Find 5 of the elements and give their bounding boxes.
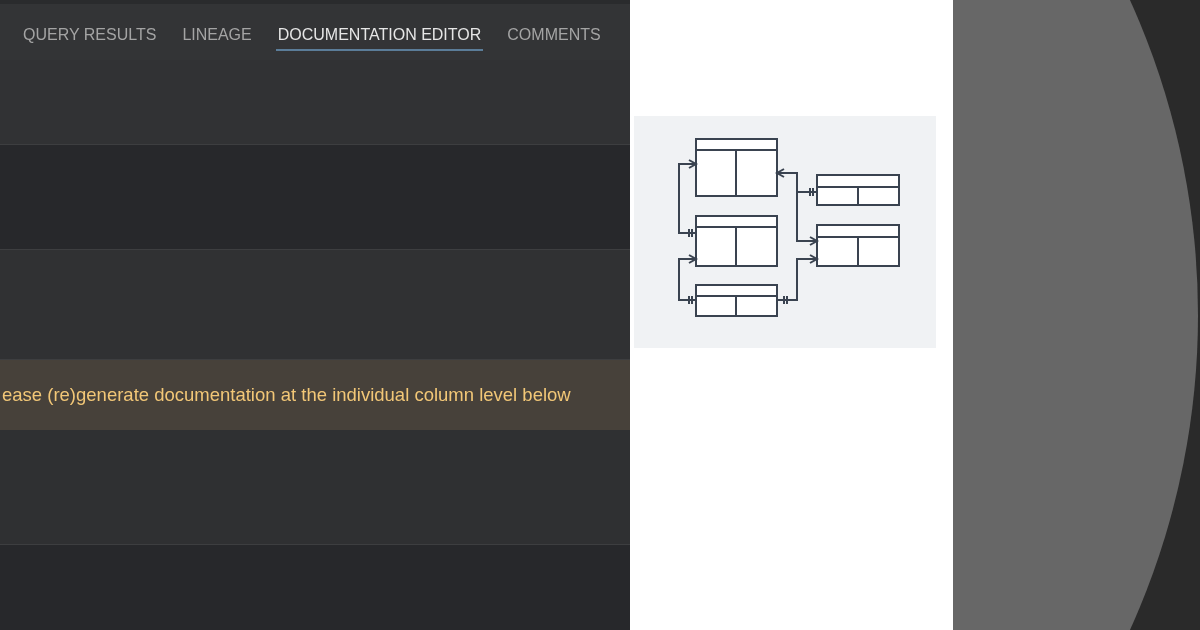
tab[interactable]: DOCUMENTATION EDITOR (275, 23, 484, 52)
tab[interactable]: LINEAGE (180, 23, 254, 52)
tab[interactable]: QUERY RESULTS (21, 23, 159, 52)
tab[interactable]: COMMENTS (505, 23, 603, 52)
warning-text: ease (re)generate documentation at the individual column level below (2, 383, 571, 408)
